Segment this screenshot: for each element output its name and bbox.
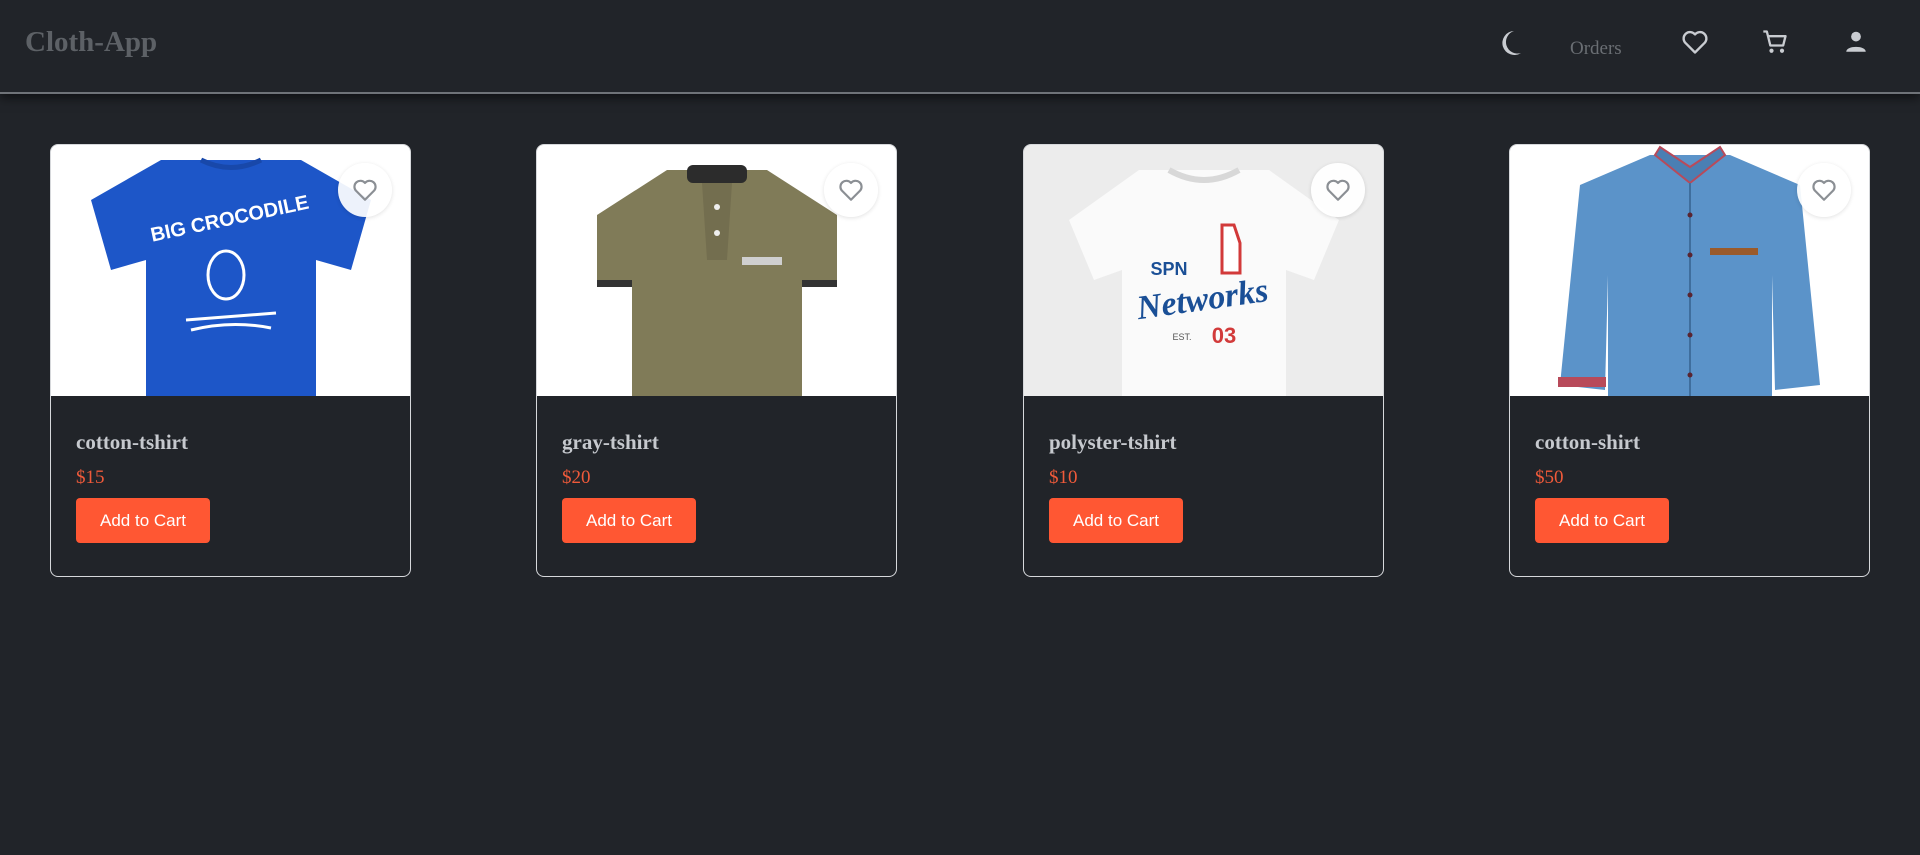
favorite-button[interactable] [1797, 163, 1851, 217]
product-info: cotton-tshirt $15 Add to Cart [51, 396, 410, 543]
product-info: gray-tshirt $20 Add to Cart [537, 396, 896, 543]
product-price: $50 [1535, 467, 1564, 488]
product-name: cotton-shirt [1535, 430, 1640, 454]
favorite-button[interactable] [824, 163, 878, 217]
add-to-cart-button[interactable]: Add to Cart [1049, 498, 1183, 543]
add-to-cart-button[interactable]: Add to Cart [76, 498, 210, 543]
product-image[interactable]: BIG CROCODILE [51, 145, 410, 396]
product-price: $15 [76, 467, 105, 488]
product-price: $10 [1049, 467, 1078, 488]
add-to-cart-button[interactable]: Add to Cart [562, 498, 696, 543]
product-card: BIG CROCODILE cotton-tshirt $15 Add to C… [50, 144, 411, 577]
product-price: $20 [562, 467, 591, 488]
product-card: gray-tshirt $20 Add to Cart [536, 144, 897, 577]
product-image[interactable] [1510, 145, 1869, 396]
svg-text:SPN: SPN [1150, 259, 1187, 279]
svg-text:03: 03 [1212, 323, 1236, 348]
product-info: cotton-shirt $50 Add to Cart [1510, 396, 1869, 543]
svg-text:EST.: EST. [1172, 332, 1191, 342]
favorite-button[interactable] [338, 163, 392, 217]
heart-outline-icon [1812, 179, 1836, 201]
heart-outline-icon [353, 179, 377, 201]
product-name: cotton-tshirt [76, 430, 188, 454]
product-image[interactable] [537, 145, 896, 396]
product-image[interactable]: SPN Networks EST. 03 [1024, 145, 1383, 396]
product-name: gray-tshirt [562, 430, 659, 454]
add-to-cart-button[interactable]: Add to Cart [1535, 498, 1669, 543]
heart-outline-icon [1326, 179, 1350, 201]
product-name: polyster-tshirt [1049, 430, 1177, 454]
product-info: polyster-tshirt $10 Add to Cart [1024, 396, 1383, 543]
product-card: SPN Networks EST. 03 polyster-tshirt $10… [1023, 144, 1384, 577]
product-grid: BIG CROCODILE cotton-tshirt $15 Add to C… [0, 0, 1920, 855]
product-card: cotton-shirt $50 Add to Cart [1509, 144, 1870, 577]
heart-outline-icon [839, 179, 863, 201]
favorite-button[interactable] [1311, 163, 1365, 217]
